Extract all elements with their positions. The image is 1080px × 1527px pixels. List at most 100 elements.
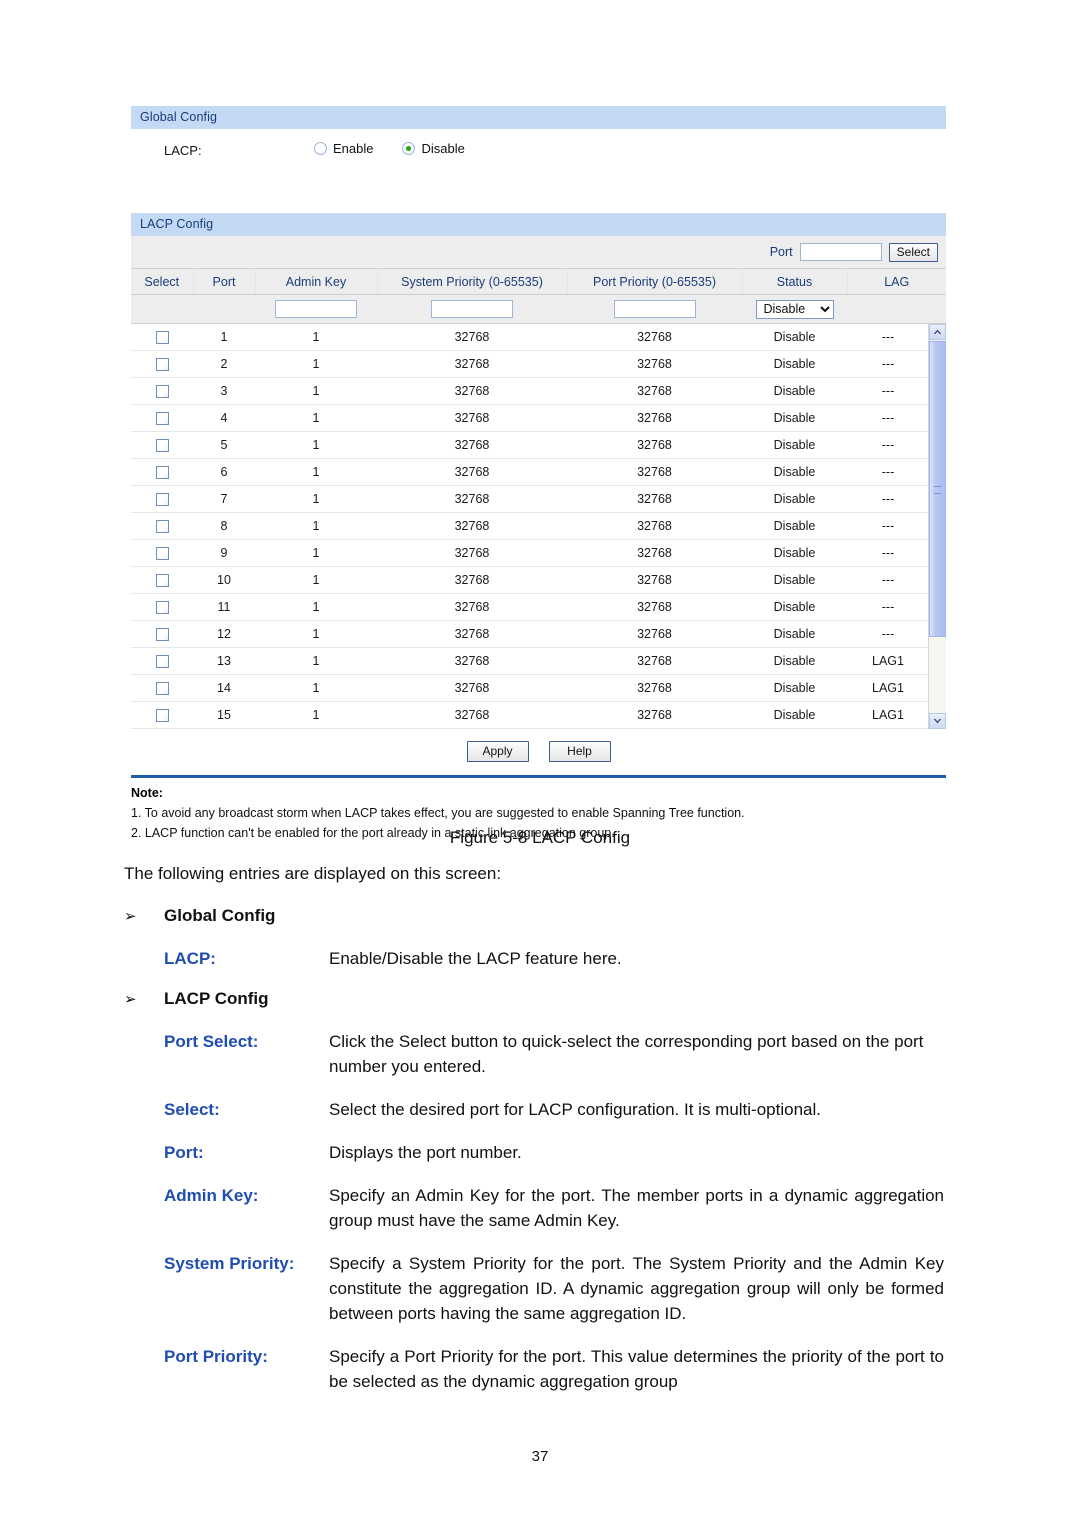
row-status: Disable	[742, 404, 847, 432]
row-status: Disable	[742, 701, 847, 729]
row-status: Disable	[742, 350, 847, 378]
table-row: 6 1 32768 32768 Disable ---	[131, 458, 928, 486]
row-admin-key: 1	[255, 566, 377, 594]
table-row: 3 1 32768 32768 Disable ---	[131, 377, 928, 405]
row-port: 15	[193, 701, 255, 729]
row-checkbox[interactable]	[155, 358, 169, 372]
row-port: 13	[193, 647, 255, 675]
port-search-row: Port Select	[131, 236, 946, 269]
bullet-arrow-icon-2: ➢	[124, 991, 137, 1008]
col-status: Status	[742, 269, 848, 295]
page-number: 37	[531, 1448, 549, 1465]
table-row: 8 1 32768 32768 Disable ---	[131, 512, 928, 540]
term-port-priority-desc: Specify a Port Priority for the port. Th…	[329, 1347, 944, 1391]
status-select[interactable]: EnableDisable	[755, 299, 834, 319]
scroll-down-arrow-icon[interactable]	[929, 713, 946, 729]
row-checkbox[interactable]	[155, 439, 169, 453]
row-port: 5	[193, 431, 255, 459]
row-checkbox[interactable]	[155, 331, 169, 345]
row-admin-key: 1	[255, 593, 377, 621]
row-lag: ---	[847, 324, 928, 351]
row-admin-key: 1	[255, 404, 377, 432]
row-port-priority: 32768	[567, 539, 742, 567]
admin-key-input[interactable]	[275, 300, 357, 318]
row-checkbox[interactable]	[155, 574, 169, 588]
row-port-priority: 32768	[567, 593, 742, 621]
port-search-input[interactable]	[799, 243, 882, 261]
section-heading-global-config: ➢ Global Config	[124, 906, 944, 926]
row-port-priority: 32768	[567, 566, 742, 594]
row-status: Disable	[742, 593, 847, 621]
scroll-up-arrow-icon[interactable]	[929, 324, 946, 340]
bullet-arrow-icon: ➢	[124, 908, 137, 925]
row-select-cell	[131, 701, 193, 729]
term-system-priority-label: System Priority:	[164, 1254, 295, 1273]
row-status: Disable	[742, 539, 847, 567]
term-admin-key: Admin Key: Specify an Admin Key for the …	[124, 1183, 944, 1233]
apply-button[interactable]: Apply	[466, 740, 529, 762]
radio-disable[interactable]	[402, 142, 416, 155]
port-select-button[interactable]: Select	[888, 242, 938, 262]
action-button-bar: Apply Help	[131, 729, 946, 773]
row-lag: ---	[847, 458, 928, 486]
help-button[interactable]: Help	[548, 740, 611, 762]
document-body: The following entries are displayed on t…	[124, 864, 944, 1412]
port-search-label: Port	[769, 245, 793, 259]
table-vertical-scrollbar[interactable]	[928, 324, 946, 729]
col-port: Port	[193, 269, 256, 295]
row-checkbox[interactable]	[155, 520, 169, 534]
row-status: Disable	[742, 512, 847, 540]
row-lag: ---	[847, 350, 928, 378]
row-checkbox[interactable]	[155, 493, 169, 507]
row-checkbox[interactable]	[155, 682, 169, 696]
lacp-rows-viewport: 1 1 32768 32768 Disable --- 2 1 32768 32768 Disabl…	[131, 324, 928, 729]
row-select-cell	[131, 620, 193, 648]
port-priority-input[interactable]	[613, 300, 696, 318]
row-checkbox[interactable]	[155, 655, 169, 669]
row-checkbox[interactable]	[155, 628, 169, 642]
term-port-priority: Port Priority: Specify a Port Priority f…	[124, 1344, 944, 1394]
row-select-cell	[131, 431, 193, 459]
row-checkbox[interactable]	[155, 601, 169, 615]
filter-admin-key-cell	[255, 294, 377, 324]
lead-line: The following entries are displayed on t…	[124, 864, 502, 883]
row-lag: ---	[847, 512, 928, 540]
filter-system-priority-cell	[377, 294, 567, 324]
row-admin-key: 1	[255, 647, 377, 675]
row-port: 11	[193, 593, 255, 621]
radio-enable[interactable]	[314, 142, 327, 155]
row-port-priority: 32768	[567, 431, 742, 459]
note-line-1: 1. To avoid any broadcast storm when LAC…	[131, 806, 745, 820]
row-checkbox[interactable]	[155, 466, 169, 480]
radio-disable-label: Disable	[421, 141, 465, 156]
table-row: 2 1 32768 32768 Disable ---	[131, 350, 928, 378]
scrollbar-track[interactable]	[929, 637, 946, 712]
table-row: 4 1 32768 32768 Disable ---	[131, 404, 928, 432]
row-checkbox[interactable]	[155, 385, 169, 399]
row-select-cell	[131, 512, 193, 540]
section1-heading-label: Global Config	[164, 906, 276, 925]
row-select-cell	[131, 647, 193, 675]
section2-heading-label: LACP Config	[164, 989, 269, 1008]
table-row: 5 1 32768 32768 Disable ---	[131, 431, 928, 459]
row-port-priority: 32768	[567, 350, 742, 378]
row-port-priority: 32768	[567, 647, 742, 675]
table-row: 15 1 32768 32768 Disable LAG1	[131, 701, 928, 729]
row-checkbox[interactable]	[155, 412, 169, 426]
col-port-priority: Port Priority (0-65535)	[567, 269, 743, 295]
scrollbar-thumb[interactable]	[929, 341, 946, 637]
system-priority-input[interactable]	[431, 300, 513, 318]
row-system-priority: 32768	[377, 593, 567, 621]
row-system-priority: 32768	[377, 431, 567, 459]
filter-row: EnableDisable	[131, 294, 946, 324]
term-port-desc: Displays the port number.	[329, 1143, 522, 1162]
filter-select-cell	[131, 294, 193, 324]
lacp-config-screenshot: Global Config LACP: Enable Disable LACP …	[131, 106, 946, 845]
row-lag: LAG1	[847, 701, 928, 729]
row-checkbox[interactable]	[155, 547, 169, 561]
row-checkbox[interactable]	[155, 709, 169, 723]
row-status: Disable	[742, 566, 847, 594]
row-port: 1	[193, 324, 255, 351]
term-lacp-desc: Enable/Disable the LACP feature here.	[329, 949, 622, 968]
row-port: 9	[193, 539, 255, 567]
